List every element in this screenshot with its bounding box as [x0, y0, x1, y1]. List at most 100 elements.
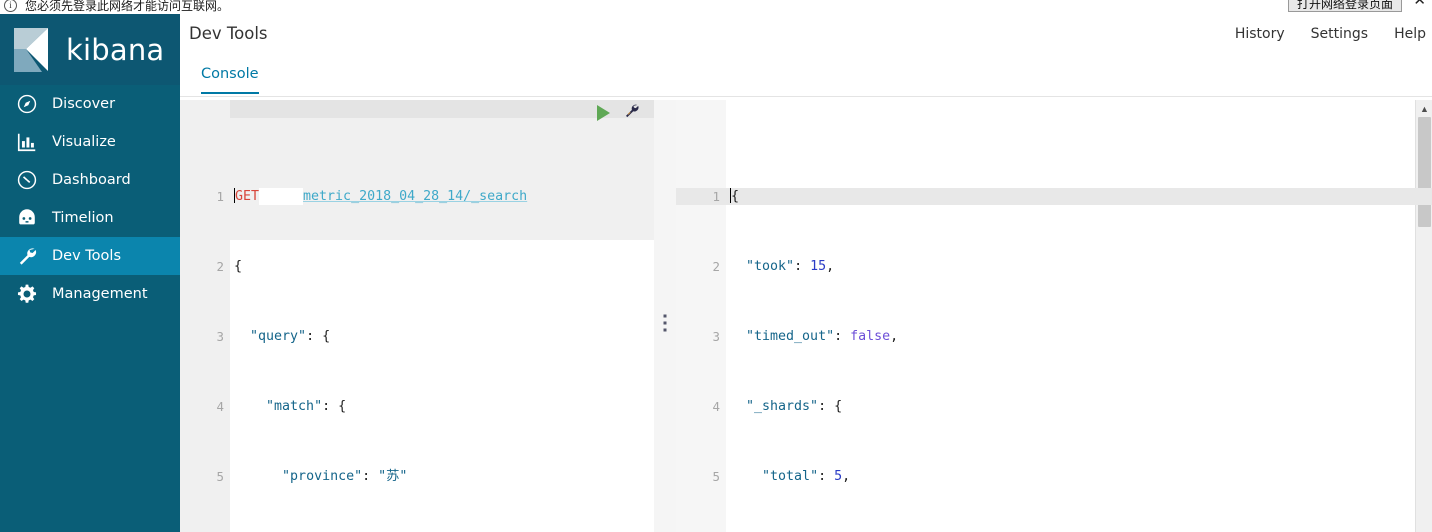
play-icon[interactable] [597, 105, 610, 121]
json-punct: , [890, 328, 899, 344]
info-icon: i [4, 0, 17, 12]
timelion-icon [14, 205, 40, 231]
json-punct: : [362, 468, 379, 484]
sidebar-item-label: Dev Tools [52, 248, 121, 264]
line-content: "province": "苏" [227, 468, 654, 486]
scroll-up-arrow-icon[interactable]: ▲ [1416, 100, 1432, 117]
notification-text: 您必须先登录此网络才能访问互联网。 [25, 0, 230, 13]
main-content: Dev Tools History Settings Help Console … [180, 14, 1432, 532]
json-key: "took" [746, 258, 795, 274]
request-lines: 1 GET metric_2018_04_28_14/_search 2 { 3… [180, 135, 654, 532]
code-line: 5 "province": "苏" [180, 468, 654, 486]
sidebar-item-label: Management [52, 286, 148, 302]
json-punct: { [731, 188, 740, 204]
response-ace-editor[interactable]: 1 { 2 "took": 15, 3 "timed_out": false, [676, 100, 1432, 532]
json-value: false [850, 328, 891, 344]
code-line: 2 { [180, 258, 654, 276]
response-viewer[interactable]: 1 { 2 "took": 15, 3 "timed_out": false, [676, 100, 1432, 532]
kibana-logo [14, 27, 48, 72]
tab-console[interactable]: Console [201, 66, 259, 94]
sidebar-item-visualize[interactable]: Visualize [0, 123, 180, 161]
line-number: 5 [216, 468, 224, 484]
open-network-login-button[interactable]: 打开网络登录页面 [1287, 0, 1402, 12]
code-line: 1 GET metric_2018_04_28_14/_search [180, 187, 654, 205]
code-line: 3 "timed_out": false, [676, 328, 1432, 346]
line-content: "_shards": { [723, 398, 1432, 416]
sidebar-item-dashboard[interactable]: Dashboard [0, 161, 180, 199]
wrench-icon [14, 243, 40, 269]
sidebar-item-timelion[interactable]: Timelion [0, 199, 180, 237]
line-number: 3 [216, 328, 224, 344]
sidebar-item-label: Timelion [52, 210, 114, 226]
json-punct: , [826, 258, 835, 274]
sidebar-item-label: Discover [52, 96, 116, 112]
line-content: { [234, 258, 243, 274]
line-number: 2 [712, 258, 720, 274]
header-links: History Settings Help [1235, 26, 1426, 42]
sidebar-item-discover[interactable]: Discover [0, 85, 180, 123]
editor-actions [597, 102, 640, 124]
json-punct: : { [322, 398, 347, 414]
json-key: "query" [250, 328, 307, 344]
json-value: 15 [810, 258, 827, 274]
json-punct: : { [818, 398, 843, 414]
request-path: metric_2018_04_28_14/_search [303, 188, 528, 204]
browser-notification-bar: i 您必须先登录此网络才能访问互联网。 打开网络登录页面 ✕ [0, 0, 1432, 14]
bar-chart-icon [14, 129, 40, 155]
line-content: GET metric_2018_04_28_14/_search [227, 187, 654, 205]
json-value: "苏" [378, 468, 408, 484]
gear-icon [14, 281, 40, 307]
sidebar-item-management[interactable]: Management [0, 275, 180, 313]
console-panes: 1 GET metric_2018_04_28_14/_search 2 { 3… [180, 100, 1432, 532]
sidebar-item-label: Visualize [52, 134, 116, 150]
line-number: 4 [712, 398, 720, 414]
sidebar-item-label: Dashboard [52, 172, 131, 188]
line-number: 4 [216, 398, 224, 414]
line-content: "total": 5, [762, 468, 851, 484]
wrench-icon[interactable] [623, 102, 640, 124]
line-number: 2 [216, 258, 224, 274]
json-value: 5 [834, 468, 843, 484]
code-line: 1 { [676, 187, 1432, 206]
json-punct: , [842, 468, 851, 484]
kibana-brand-label: kibana [66, 32, 165, 67]
gauge-icon [14, 167, 40, 193]
code-line: 4 "match": { [180, 398, 654, 416]
close-icon[interactable]: ✕ [1413, 0, 1426, 8]
json-key: "match" [266, 398, 323, 414]
code-line: 3 "query": { [180, 328, 654, 346]
help-link[interactable]: Help [1394, 26, 1426, 42]
sidebar-item-dev-tools[interactable]: Dev Tools [0, 237, 180, 275]
response-lines: 1 { 2 "took": 15, 3 "timed_out": false, [676, 135, 1432, 532]
line-number: 1 [216, 188, 224, 204]
compass-icon [14, 91, 40, 117]
line-content: "match": { [227, 398, 654, 416]
line-number: 1 [712, 188, 720, 204]
tab-bar: Console [180, 58, 1432, 97]
json-key: "province" [282, 468, 363, 484]
line-number: 3 [712, 328, 720, 344]
settings-link[interactable]: Settings [1311, 26, 1368, 42]
json-punct: : { [306, 328, 331, 344]
line-content: "timed_out": false, [746, 328, 899, 344]
redacted-host [259, 187, 304, 205]
request-editor[interactable]: 1 GET metric_2018_04_28_14/_search 2 { 3… [180, 100, 654, 532]
history-link[interactable]: History [1235, 26, 1285, 42]
json-key: "timed_out" [746, 328, 835, 344]
request-ace-editor[interactable]: 1 GET metric_2018_04_28_14/_search 2 { 3… [180, 100, 654, 532]
line-number: 5 [712, 468, 720, 484]
page-title: Dev Tools [189, 24, 268, 43]
json-key: "_shards" [746, 398, 819, 414]
line-content: "query": { [227, 328, 654, 346]
line-content: "took": 15, [746, 258, 835, 274]
code-line: 2 "took": 15, [676, 258, 1432, 276]
line-content: { [723, 187, 1432, 206]
code-line: 4 "_shards": { [676, 398, 1432, 416]
http-method: GET [235, 188, 260, 204]
drag-handle-icon[interactable] [663, 314, 667, 332]
global-nav-sidebar: kibana Discover Visualize Dashboard Time… [0, 14, 180, 532]
json-key: "total" [762, 468, 819, 484]
code-line: 5 "total": 5, [676, 468, 1432, 486]
pane-splitter[interactable] [654, 100, 676, 532]
kibana-home-link[interactable]: kibana [0, 14, 180, 85]
